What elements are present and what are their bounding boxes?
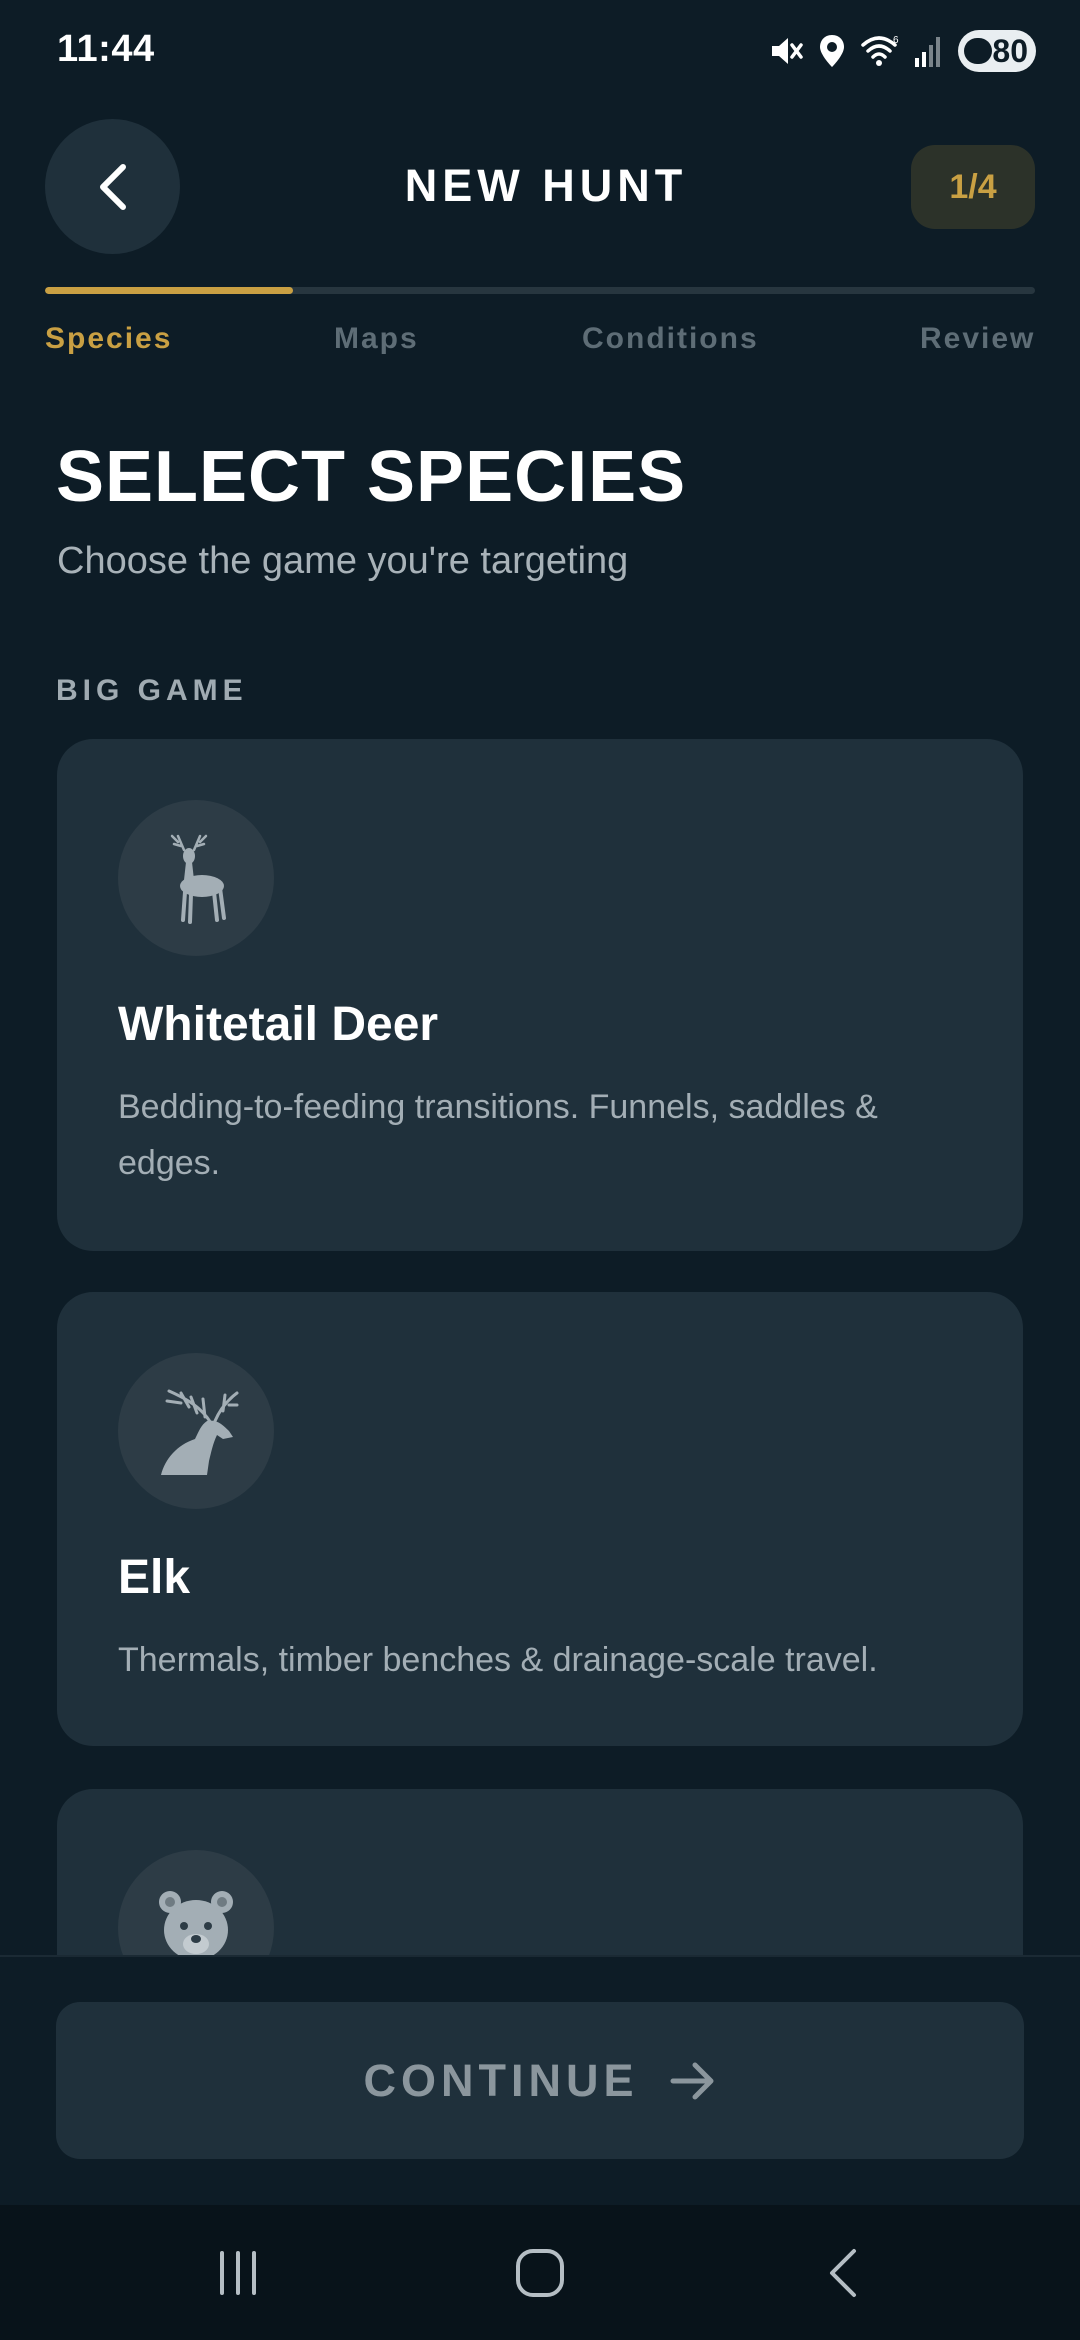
- elk-icon: [118, 1353, 274, 1509]
- arrow-right-icon: [670, 2062, 713, 2099]
- step-tab-review[interactable]: Review: [920, 322, 1035, 356]
- continue-label: CONTINUE: [363, 2054, 639, 2106]
- wifi-icon: 6: [860, 33, 900, 69]
- deer-icon: [118, 800, 274, 956]
- progress-bar: [45, 287, 1035, 294]
- step-tab-conditions[interactable]: Conditions: [582, 322, 759, 356]
- home-icon[interactable]: [460, 2205, 620, 2340]
- page-title: SELECT SPECIES: [56, 437, 687, 517]
- step-counter-badge: 1/4: [911, 145, 1035, 229]
- status-bar: 11:44 6 80: [0, 0, 1080, 100]
- section-label-big-game: BIG GAME: [56, 674, 248, 707]
- battery-level: 80: [992, 32, 1028, 69]
- mute-icon: [768, 33, 804, 69]
- step-tab-maps[interactable]: Maps: [334, 322, 419, 356]
- continue-button[interactable]: CONTINUE: [56, 2002, 1024, 2159]
- signal-icon: [914, 34, 944, 68]
- battery-icon: 80: [958, 30, 1036, 72]
- species-description: Thermals, timber benches & drainage-scal…: [118, 1641, 878, 1679]
- location-icon: [818, 33, 846, 69]
- step-tab-species[interactable]: Species: [45, 322, 172, 356]
- back-icon[interactable]: [762, 2205, 922, 2340]
- species-card-whitetail-deer[interactable]: Whitetail Deer Bedding-to-feeding transi…: [57, 739, 1023, 1251]
- svg-text:6: 6: [893, 35, 899, 46]
- species-description: Bedding-to-feeding transitions. Funnels,…: [118, 1088, 878, 1182]
- page-subtitle: Choose the game you're targeting: [57, 540, 629, 582]
- battery-saver-icon: [964, 38, 992, 64]
- recents-icon[interactable]: [158, 2205, 318, 2340]
- species-card-elk[interactable]: Elk Thermals, timber benches & drainage-…: [57, 1292, 1023, 1746]
- screen: 11:44 6 80 NEW HUNT 1/4 Species Maps Con…: [0, 0, 1080, 2340]
- system-nav-bar: [0, 2205, 1080, 2340]
- status-icons: 6 80: [768, 26, 1036, 76]
- progress-bar-fill: [45, 287, 293, 294]
- status-time: 11:44: [57, 28, 155, 70]
- species-name: Whitetail Deer: [118, 998, 439, 1051]
- species-name: Elk: [118, 1551, 191, 1604]
